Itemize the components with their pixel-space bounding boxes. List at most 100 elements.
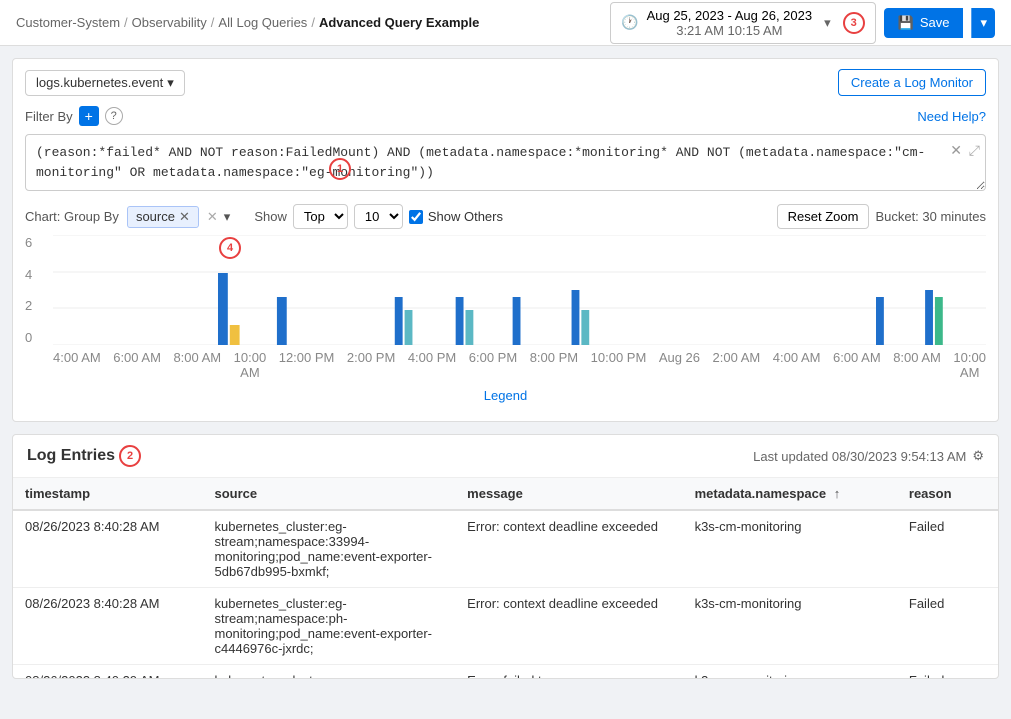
x-label-2am: 2:00 AM bbox=[713, 350, 761, 380]
save-label: Save bbox=[920, 15, 950, 30]
cell-message: Error: context deadline exceeded bbox=[455, 510, 682, 588]
x-label-4pm: 4:00 PM bbox=[408, 350, 456, 380]
cell-namespace: k3s-cm-monitoring bbox=[683, 665, 897, 679]
cell-source: kubernetes_cluster:eg-stream;namespace:p… bbox=[203, 588, 456, 665]
save-button[interactable]: 💾 Save bbox=[884, 8, 964, 38]
query-clear-icon[interactable]: ✕ bbox=[950, 142, 962, 159]
x-label-6am-2: 6:00 AM bbox=[833, 350, 881, 380]
breadcrumb-current: Advanced Query Example bbox=[319, 15, 479, 30]
log-entries-header: Log Entries 2 Last updated 08/30/2023 9:… bbox=[13, 435, 998, 478]
x-axis: 4:00 AM 6:00 AM 8:00 AM 10:00AM 12:00 PM… bbox=[53, 350, 986, 380]
main-content: logs.kubernetes.event ▾ Create a Log Mon… bbox=[0, 46, 1011, 679]
filter-by-label: Filter By bbox=[25, 109, 73, 124]
query-input[interactable]: (reason:*failed* AND NOT reason:FailedMo… bbox=[25, 134, 986, 191]
show-others-checkbox[interactable]: Show Others bbox=[409, 209, 503, 224]
col-namespace[interactable]: metadata.namespace ↑ bbox=[683, 478, 897, 510]
table-row: 08/26/2023 8:40:28 AM kubernetes_cluster… bbox=[13, 510, 998, 588]
cell-namespace: k3s-cm-monitoring bbox=[683, 510, 897, 588]
table-row: 08/26/2023 8:40:28 AM kubernetes_cluster… bbox=[13, 588, 998, 665]
circled-2: 2 bbox=[119, 445, 141, 467]
date-range-button[interactable]: 🕐 Aug 25, 2023 - Aug 26, 2023 3:21 AM 10… bbox=[610, 2, 876, 44]
x-label-4am-2: 4:00 AM bbox=[773, 350, 821, 380]
col-message[interactable]: message bbox=[455, 478, 682, 510]
breadcrumb-customer[interactable]: Customer-System bbox=[16, 15, 120, 30]
x-label-2pm: 2:00 PM bbox=[347, 350, 395, 380]
cell-timestamp: 08/26/2023 8:40:28 AM bbox=[13, 588, 203, 665]
query-resize-icon: ⤢ bbox=[969, 142, 980, 159]
chart-svg bbox=[53, 235, 986, 345]
save-icon: 💾 bbox=[898, 15, 914, 31]
cell-message: Error: context deadline exceeded bbox=[455, 588, 682, 665]
log-entries-section: Log Entries 2 Last updated 08/30/2023 9:… bbox=[12, 434, 999, 679]
breadcrumb-observability[interactable]: Observability bbox=[132, 15, 207, 30]
tag-dropdown-icon[interactable]: ▾ bbox=[224, 209, 231, 225]
source-tag-label: source bbox=[136, 209, 175, 224]
settings-icon[interactable]: ⚙ bbox=[972, 448, 984, 464]
bucket-label: Bucket: 30 minutes bbox=[875, 209, 986, 224]
cell-source: kubernetes_cluster:eg- bbox=[203, 665, 456, 679]
filter-row: Filter By + ? Need Help? bbox=[25, 106, 986, 126]
cell-timestamp: 08/26/2023 8:40:28 AM bbox=[13, 510, 203, 588]
y-label-4: 4 bbox=[25, 267, 53, 282]
y-axis: 6 4 2 0 bbox=[25, 235, 53, 345]
col-reason[interactable]: reason bbox=[897, 478, 998, 510]
y-label-2: 2 bbox=[25, 298, 53, 313]
log-entries-title: Log Entries bbox=[27, 447, 115, 465]
source-row: logs.kubernetes.event ▾ Create a Log Mon… bbox=[25, 69, 986, 96]
header-right: 🕐 Aug 25, 2023 - Aug 26, 2023 3:21 AM 10… bbox=[610, 2, 995, 44]
circled-3: 3 bbox=[843, 12, 865, 34]
show-option-select[interactable]: Top bbox=[293, 204, 348, 229]
save-dropdown-button[interactable]: ▾ bbox=[971, 8, 995, 38]
query-panel: logs.kubernetes.event ▾ Create a Log Mon… bbox=[12, 58, 999, 422]
col-source[interactable]: source bbox=[203, 478, 456, 510]
dropdown-arrow-icon: ▾ bbox=[824, 15, 831, 31]
log-table: timestamp source message metadata.namesp… bbox=[13, 478, 998, 678]
tag-clear-button[interactable]: ✕ bbox=[207, 209, 218, 225]
sort-icon: ↑ bbox=[834, 486, 841, 501]
breadcrumb: Customer-System / Observability / All Lo… bbox=[16, 15, 479, 30]
reset-zoom-button[interactable]: Reset Zoom bbox=[777, 204, 870, 229]
header: Customer-System / Observability / All Lo… bbox=[0, 0, 1011, 46]
source-tag-chip: source ✕ bbox=[127, 206, 199, 228]
show-others-input[interactable] bbox=[409, 210, 423, 224]
table-header-row: timestamp source message metadata.namesp… bbox=[13, 478, 998, 510]
chart-inner: 4:00 AM 6:00 AM 8:00 AM 10:00AM 12:00 PM… bbox=[53, 235, 986, 380]
x-label-12pm: 12:00 PM bbox=[279, 350, 335, 380]
legend-link[interactable]: Legend bbox=[484, 388, 527, 403]
breadcrumb-log-queries[interactable]: All Log Queries bbox=[218, 15, 307, 30]
x-label-6pm: 6:00 PM bbox=[469, 350, 517, 380]
y-label-0: 0 bbox=[25, 330, 53, 345]
need-help-link[interactable]: Need Help? bbox=[917, 109, 986, 124]
log-table-wrapper[interactable]: timestamp source message metadata.namesp… bbox=[13, 478, 998, 678]
x-label-8am: 8:00 AM bbox=[173, 350, 221, 380]
source-dropdown-icon: ▾ bbox=[167, 75, 174, 91]
date-line1: Aug 25, 2023 - Aug 26, 2023 bbox=[647, 8, 813, 23]
x-label-8am-2: 8:00 AM bbox=[893, 350, 941, 380]
filter-left: Filter By + ? bbox=[25, 106, 123, 126]
source-name: logs.kubernetes.event bbox=[36, 75, 163, 90]
show-count-select[interactable]: 10 bbox=[354, 204, 403, 229]
show-others-label: Show Others bbox=[428, 209, 503, 224]
x-label-4am: 4:00 AM bbox=[53, 350, 101, 380]
cell-message: Error: failed to reserve bbox=[455, 665, 682, 679]
x-label-aug26: Aug 26 bbox=[659, 350, 700, 380]
chart-area: 4 6 4 2 0 bbox=[25, 235, 986, 380]
add-filter-button[interactable]: + bbox=[79, 106, 99, 126]
circled-4: 4 bbox=[219, 237, 241, 259]
legend-row: Legend bbox=[25, 380, 986, 411]
x-label-10am-2: 10:00AM bbox=[953, 350, 986, 380]
x-label-6am: 6:00 AM bbox=[113, 350, 161, 380]
cell-source: kubernetes_cluster:eg-stream;namespace:3… bbox=[203, 510, 456, 588]
y-label-6: 6 bbox=[25, 235, 53, 250]
date-range-text: Aug 25, 2023 - Aug 26, 2023 3:21 AM 10:1… bbox=[647, 8, 813, 38]
x-label-10am: 10:00AM bbox=[234, 350, 267, 380]
source-tag-remove[interactable]: ✕ bbox=[179, 209, 190, 225]
cell-namespace: k3s-cm-monitoring bbox=[683, 588, 897, 665]
cell-reason: Failed bbox=[897, 510, 998, 588]
circled-1: 1 bbox=[329, 158, 351, 180]
col-timestamp[interactable]: timestamp bbox=[13, 478, 203, 510]
help-icon[interactable]: ? bbox=[105, 107, 123, 125]
cell-reason: Failed bbox=[897, 588, 998, 665]
create-monitor-button[interactable]: Create a Log Monitor bbox=[838, 69, 986, 96]
source-selector[interactable]: logs.kubernetes.event ▾ bbox=[25, 70, 185, 96]
